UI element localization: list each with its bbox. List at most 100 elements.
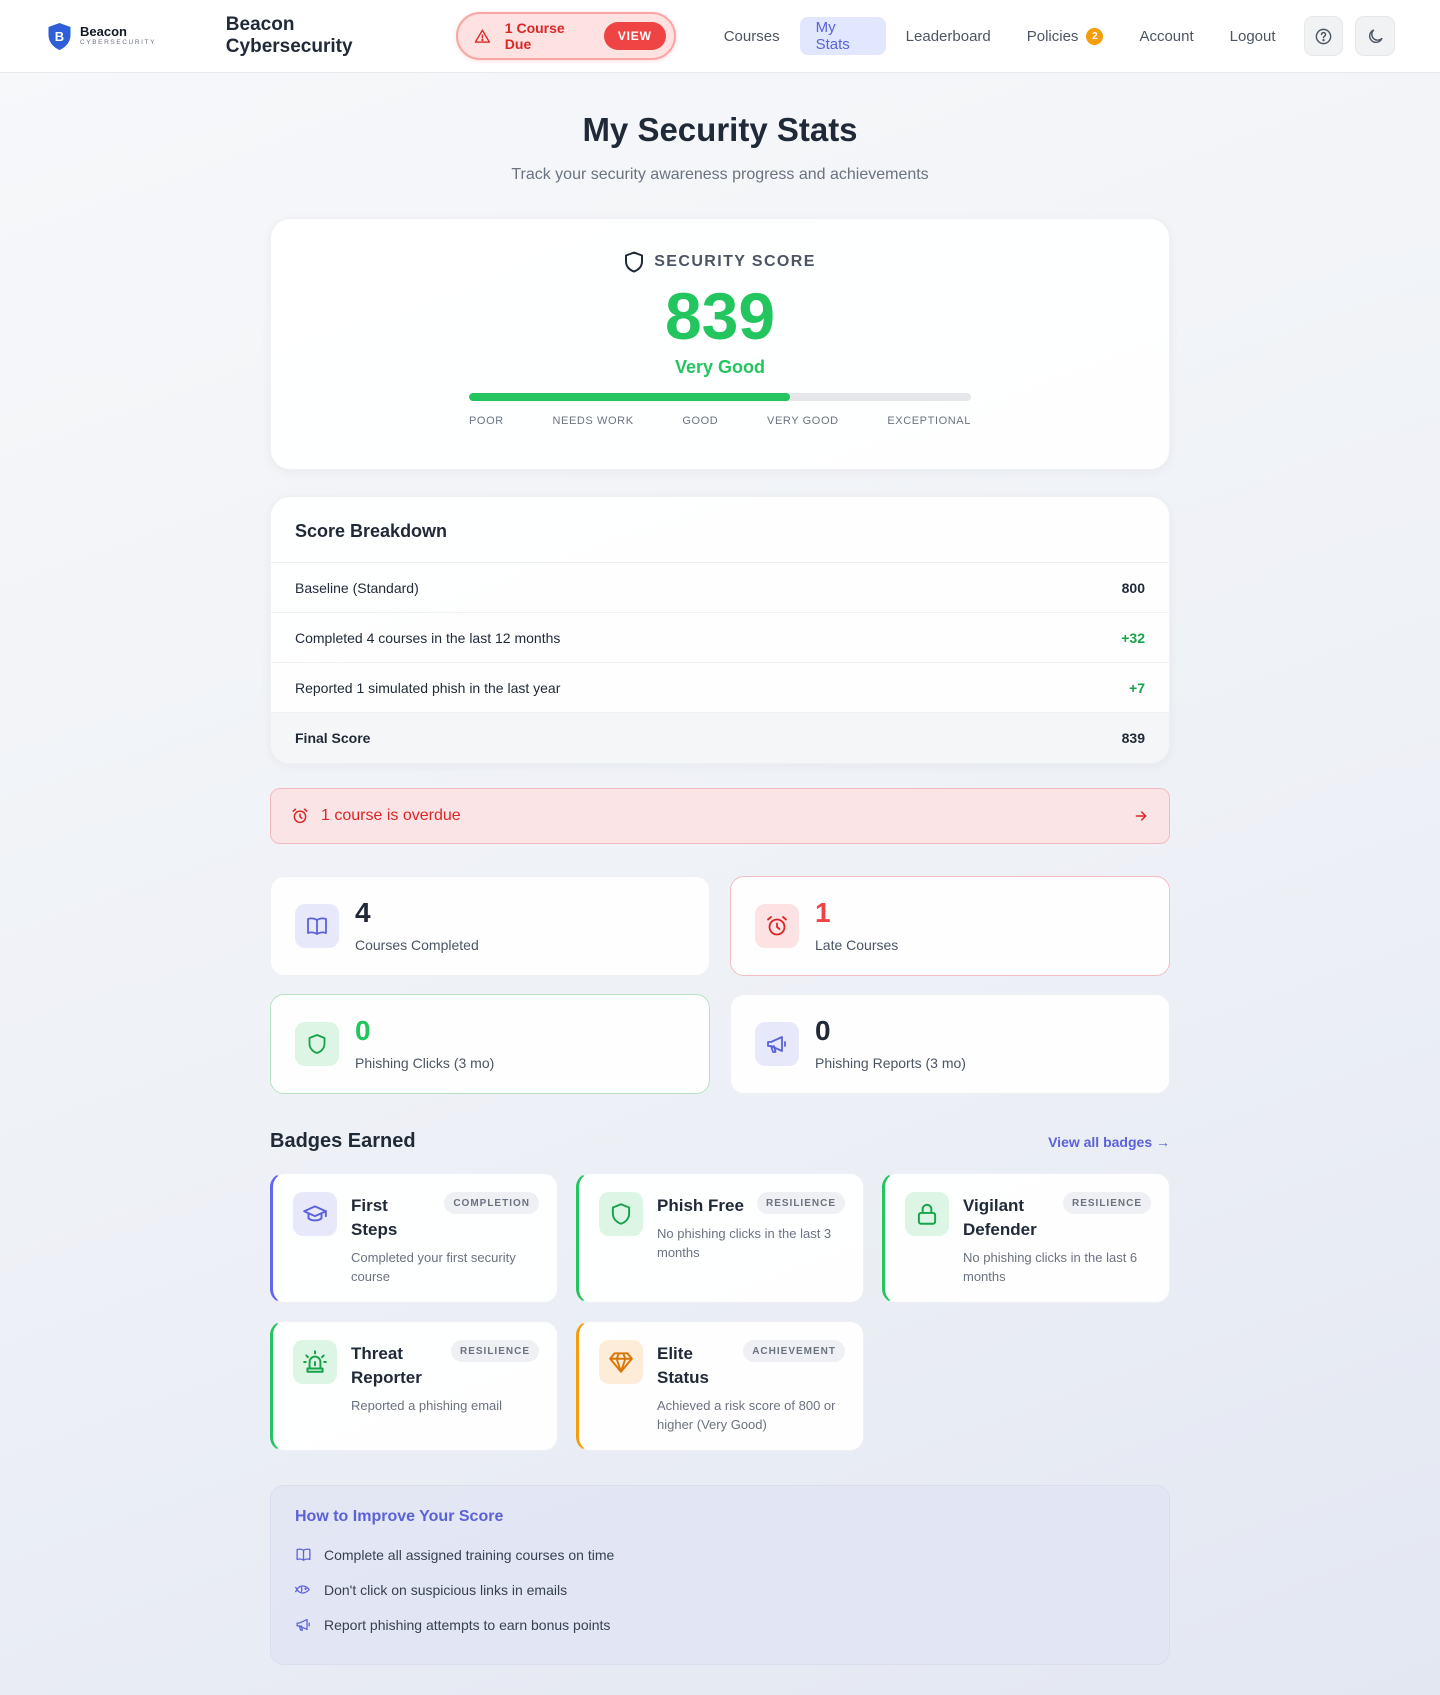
score-breakdown-card: Score Breakdown Baseline (Standard) 800 … bbox=[270, 496, 1170, 764]
brand-title: Beacon Cybersecurity bbox=[225, 14, 353, 57]
badge-icon-wrap bbox=[599, 1192, 643, 1236]
logo[interactable]: B Beacon CYBERSECURITY bbox=[47, 22, 211, 51]
table-row: Baseline (Standard) 800 bbox=[271, 563, 1169, 613]
badge-name: Phish Free bbox=[657, 1196, 744, 1215]
shield-icon bbox=[308, 1034, 326, 1054]
nav-leaderboard[interactable]: Leaderboard bbox=[890, 17, 1007, 55]
score-progress-fill bbox=[469, 393, 791, 401]
stat-value: 4 bbox=[355, 897, 371, 928]
badge-card[interactable]: Elite Status ACHIEVEMENT Achieved a risk… bbox=[576, 1321, 864, 1451]
scale-label: GOOD bbox=[682, 415, 719, 427]
shield-icon bbox=[611, 1203, 631, 1225]
badges-title: Badges Earned bbox=[270, 1130, 416, 1152]
shield-logo-icon: B bbox=[48, 22, 71, 50]
siren-icon bbox=[303, 1350, 327, 1373]
score-scale-labels: POOR NEEDS WORK GOOD VERY GOOD EXCEPTION… bbox=[469, 415, 971, 427]
arrow-right-icon bbox=[1135, 811, 1147, 821]
nav-policies[interactable]: Policies 2 bbox=[1011, 17, 1120, 55]
page-subtitle: Track your security awareness progress a… bbox=[511, 166, 929, 183]
badge-category-tag: COMPLETION bbox=[444, 1192, 539, 1214]
nav-account[interactable]: Account bbox=[1123, 17, 1209, 55]
logo-name: Beacon bbox=[80, 24, 127, 40]
badge-name: First Steps bbox=[351, 1196, 398, 1239]
stat-value: 1 bbox=[815, 897, 831, 928]
stat-label: Courses Completed bbox=[355, 937, 479, 953]
top-bar: B Beacon CYBERSECURITY Beacon Cybersecur… bbox=[0, 0, 1440, 73]
dark-mode-toggle[interactable] bbox=[1355, 16, 1395, 56]
stat-icon-wrap bbox=[295, 1022, 339, 1066]
tip-text: Report phishing attempts to earn bonus p… bbox=[324, 1616, 611, 1633]
row-label: Reported 1 simulated phish in the last y… bbox=[295, 679, 561, 696]
badge-card[interactable]: Vigilant Defender RESILIENCE No phishing… bbox=[882, 1173, 1170, 1303]
course-due-alert[interactable]: 1 Course Due VIEW bbox=[456, 12, 676, 60]
stat-icon-wrap bbox=[755, 1022, 799, 1066]
badges-grid: First Steps COMPLETION Completed your fi… bbox=[270, 1173, 1170, 1451]
row-label: Final Score bbox=[295, 730, 371, 746]
badge-card[interactable]: First Steps COMPLETION Completed your fi… bbox=[270, 1173, 558, 1303]
stat-label: Phishing Clicks (3 mo) bbox=[355, 1055, 495, 1071]
improve-title: How to Improve Your Score bbox=[295, 1508, 504, 1525]
book-icon bbox=[307, 917, 327, 935]
badge-card[interactable]: Threat Reporter RESILIENCE Reported a ph… bbox=[270, 1321, 558, 1451]
breakdown-title: Score Breakdown bbox=[271, 497, 1169, 563]
logo-subtitle: CYBERSECURITY bbox=[80, 39, 157, 47]
stat-late-courses[interactable]: 1 Late Courses bbox=[730, 876, 1170, 976]
scale-label: VERY GOOD bbox=[767, 415, 839, 427]
warning-triangle-icon bbox=[474, 29, 491, 43]
stat-label: Phishing Reports (3 mo) bbox=[815, 1055, 966, 1071]
moon-icon bbox=[1368, 28, 1383, 43]
scale-label: NEEDS WORK bbox=[552, 415, 634, 427]
badge-category-tag: RESILIENCE bbox=[1062, 1192, 1151, 1214]
list-item: Don't click on suspicious links in email… bbox=[295, 1581, 1145, 1598]
view-due-button[interactable]: VIEW bbox=[603, 22, 666, 50]
view-all-badges-link[interactable]: View all badges → bbox=[1048, 1134, 1170, 1150]
help-button[interactable] bbox=[1303, 16, 1344, 56]
stat-icon-wrap bbox=[755, 904, 799, 948]
badge-icon-wrap bbox=[905, 1192, 949, 1236]
badge-category-tag: RESILIENCE bbox=[450, 1340, 539, 1362]
tip-text: Complete all assigned training courses o… bbox=[324, 1546, 615, 1563]
alarm-clock-icon bbox=[292, 808, 308, 824]
fish-icon bbox=[295, 1585, 310, 1594]
stat-icon-wrap bbox=[295, 904, 339, 948]
badge-description: Achieved a risk score of 800 or higher (… bbox=[657, 1398, 836, 1432]
badge-name: Elite Status bbox=[657, 1344, 709, 1387]
score-progress-bar bbox=[469, 393, 971, 401]
stat-value: 0 bbox=[815, 1015, 831, 1046]
list-item: Complete all assigned training courses o… bbox=[295, 1546, 1145, 1563]
badge-category-tag: ACHIEVEMENT bbox=[743, 1340, 845, 1362]
score-value: 839 bbox=[664, 279, 776, 353]
main-content: My Security Stats Track your security aw… bbox=[270, 73, 1170, 1665]
score-rating: Very Good bbox=[674, 357, 766, 377]
lock-icon bbox=[917, 1203, 937, 1225]
row-label: Completed 4 courses in the last 12 month… bbox=[295, 629, 561, 646]
row-label: Baseline (Standard) bbox=[295, 579, 419, 596]
graduation-cap-icon bbox=[303, 1205, 327, 1222]
badge-name: Threat Reporter bbox=[351, 1344, 422, 1387]
stat-value: 0 bbox=[355, 1015, 371, 1046]
stat-phishing-reports: 0 Phishing Reports (3 mo) bbox=[730, 994, 1170, 1094]
row-value: +7 bbox=[1129, 679, 1145, 696]
badge-description: Completed your first security course bbox=[351, 1250, 516, 1284]
scale-label: EXCEPTIONAL bbox=[887, 415, 971, 427]
badges-header: Badges Earned View all badges → bbox=[270, 1130, 1170, 1153]
row-value: +32 bbox=[1121, 629, 1145, 646]
overdue-banner[interactable]: 1 course is overdue bbox=[270, 788, 1170, 844]
table-row: Completed 4 courses in the last 12 month… bbox=[271, 613, 1169, 663]
book-icon bbox=[296, 1548, 311, 1561]
improve-score-panel: How to Improve Your Score Complete all a… bbox=[270, 1485, 1170, 1665]
stat-courses-completed: 4 Courses Completed bbox=[270, 876, 710, 976]
badge-icon-wrap bbox=[293, 1340, 337, 1384]
table-row: Reported 1 simulated phish in the last y… bbox=[271, 663, 1169, 713]
megaphone-icon bbox=[296, 1618, 310, 1631]
svg-text:B: B bbox=[55, 29, 64, 44]
nav-courses[interactable]: Courses bbox=[708, 17, 796, 55]
nav-logout[interactable]: Logout bbox=[1214, 17, 1292, 55]
row-value: 800 bbox=[1121, 579, 1145, 596]
final-score-row: Final Score 839 bbox=[271, 713, 1169, 763]
security-score-card: SECURITY SCORE 839 Very Good POOR NEEDS … bbox=[270, 218, 1170, 470]
badge-card[interactable]: Phish Free RESILIENCE No phishing clicks… bbox=[576, 1173, 864, 1303]
nav-my-stats[interactable]: My Stats bbox=[799, 17, 886, 55]
badge-icon-wrap bbox=[599, 1340, 643, 1384]
tip-text: Don't click on suspicious links in email… bbox=[324, 1581, 568, 1598]
